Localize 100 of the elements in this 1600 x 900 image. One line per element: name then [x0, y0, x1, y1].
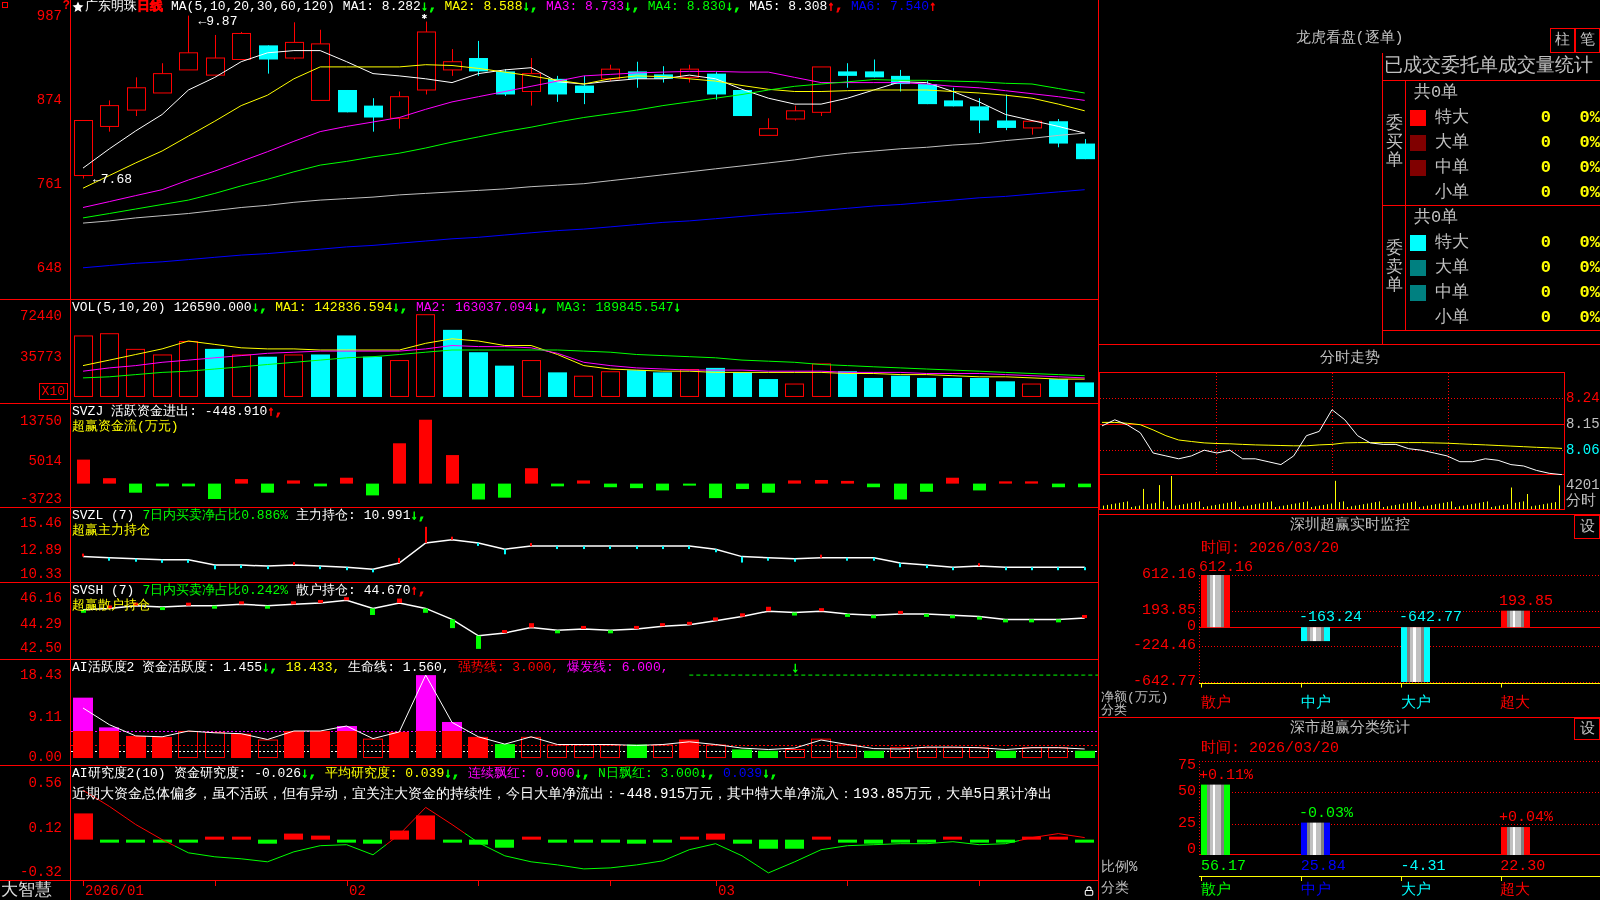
table-heading: 已成交委托单成交量统计 — [1383, 53, 1600, 81]
axis-tick-label: 761 — [36, 175, 62, 192]
candlestick — [364, 97, 383, 133]
category-label: 超大 — [1500, 881, 1532, 900]
change-label: +0.11% — [1199, 766, 1253, 784]
order-size-label: 大单 — [1435, 133, 1470, 153]
indicator-label: SVZJ — [72, 404, 104, 419]
axis-tick-label: 12.89 — [20, 542, 62, 559]
indicator-value: 爆发线: 6.000, — [567, 660, 669, 675]
settings-button[interactable]: 设 — [1574, 515, 1600, 539]
axis-tick-label: -3723 — [20, 491, 62, 507]
axis-tick-label: 75 — [1178, 758, 1196, 774]
help-mark: ? — [62, 0, 70, 12]
category-value: 25.84 — [1300, 858, 1347, 876]
indicator-caption: 超赢主力持仓 — [72, 523, 150, 538]
trend-arrow: ↓, — [262, 660, 278, 675]
order-size-label: 小单 — [1435, 307, 1470, 328]
trend-arrow: ↓, — [762, 766, 778, 781]
order-share: 0% — [1578, 307, 1600, 328]
order-count: 0 — [1539, 108, 1551, 129]
axis-tick-label: 72440 — [20, 307, 62, 324]
order-share: 0% — [1578, 182, 1600, 203]
candlestick — [733, 89, 752, 117]
lock-icon — [1084, 886, 1094, 896]
trend-arrow: ↓, — [301, 766, 317, 781]
group-label: 委卖单 — [1385, 239, 1403, 297]
candlestick — [232, 31, 251, 60]
category-label: 大户 — [1400, 881, 1432, 900]
indicator-value: 平均研究度: 0.039 — [324, 766, 445, 781]
candlestick — [179, 15, 198, 71]
axis-title: 比例% — [1100, 858, 1139, 876]
indicator-value: MA6: 7.540 — [850, 0, 929, 13]
axis-tick-label: 8.24 — [1566, 390, 1600, 407]
axis-tick-label: -224.46 — [1133, 638, 1196, 655]
axis-tick-label: 987 — [36, 7, 62, 24]
axis-tick-label: 25 — [1178, 815, 1196, 832]
brand-name: 大智慧 — [0, 881, 52, 900]
change-label: +0.04% — [1499, 809, 1553, 827]
axis-tick-label: 8.15 — [1566, 416, 1600, 433]
indicator-value: MA1: 8.282 — [342, 0, 421, 13]
order-count: 0 — [1539, 282, 1551, 303]
category-label: 大户 — [1400, 695, 1432, 713]
category-value: 56.17 — [1201, 858, 1247, 876]
trend-arrow: ↑, — [410, 583, 427, 598]
indicator-value: 7日内买卖净占比0.242% — [142, 583, 289, 598]
indicator-value: 0.039 — [723, 766, 763, 781]
candlestick — [997, 93, 1016, 131]
axis-tick-label: 46.16 — [20, 590, 62, 607]
axis-tick-label: 35773 — [20, 348, 62, 365]
candlestick — [100, 99, 119, 133]
bar-value-label: 193.85 — [1499, 592, 1553, 610]
axis-tick-label: 15.46 — [20, 515, 62, 532]
axis-tick-label: 18.43 — [20, 667, 62, 683]
candlestick — [970, 97, 989, 134]
price-annotation: ←9.87 — [198, 14, 238, 28]
indicator-value: MA4: 8.830 — [647, 0, 726, 13]
indicator-value: 126590.000 — [173, 300, 252, 315]
axis-tick-label: -0.32 — [20, 863, 62, 880]
indicator-value: MA2: 163037.094 — [415, 300, 533, 315]
candlestick — [628, 61, 647, 89]
change-label: -0.03% — [1299, 804, 1353, 822]
candlestick — [654, 65, 673, 84]
axis-tick-label: 612.16 — [1142, 567, 1196, 583]
candlestick — [944, 87, 963, 107]
view-toggle-button[interactable]: 笔 — [1575, 28, 1600, 53]
bar-value-label: -642.77 — [1399, 609, 1462, 627]
indicator-value: N日飘红: 3.000 — [598, 766, 700, 781]
indicator-label: SVSH (7) — [72, 583, 135, 598]
view-toggle-button[interactable]: 柱 — [1550, 28, 1575, 53]
indicator-value: 生命线: 1.560, — [348, 660, 450, 675]
axis-tick-label: 13750 — [20, 413, 62, 430]
candlestick — [786, 105, 805, 121]
date-label: 2026/01 — [85, 883, 144, 899]
timestamp: 时间: 2026/03/20 — [1201, 540, 1340, 558]
trend-arrow: ↓, — [420, 0, 437, 13]
indicator-label: VOL(5,10,20) — [72, 300, 166, 315]
axis-tick-label: 648 — [36, 259, 62, 276]
order-size-label: 中单 — [1435, 157, 1470, 178]
trend-arrow: ↓, — [444, 766, 460, 781]
indicator-label: MA(5,10,20,30,60,120) — [171, 0, 335, 13]
indicator-label: AI活跃度2 — [72, 660, 135, 675]
order-total: 共0单 — [1413, 83, 1459, 104]
trend-arrow: ↓, — [725, 0, 742, 13]
indicator-value: 主力持仓: 10.991 — [296, 508, 411, 523]
indicator-value: 资金研究度: -0.026 — [173, 766, 302, 781]
trend-arrow: ↓, — [251, 300, 268, 315]
trend-arrow: ↓, — [624, 0, 640, 13]
candlestick — [469, 40, 488, 77]
indicator-value: MA3: 189845.547 — [556, 300, 674, 315]
axis-tick-label: 5014 — [28, 452, 62, 469]
settings-button[interactable]: 设 — [1574, 718, 1600, 740]
trend-arrow: ↓, — [392, 300, 408, 315]
order-count: 0 — [1539, 157, 1551, 178]
axis-tick-label: 8.06 — [1566, 442, 1600, 459]
indicator-value: MA1: 142836.594 — [275, 300, 393, 315]
indicator-value: 7日内买卖净占比0.886% — [142, 508, 289, 523]
candlestick — [338, 89, 357, 113]
axis-tick-label: 44.29 — [20, 615, 62, 632]
group-label: 委买单 — [1385, 114, 1403, 172]
candlestick — [838, 62, 857, 89]
